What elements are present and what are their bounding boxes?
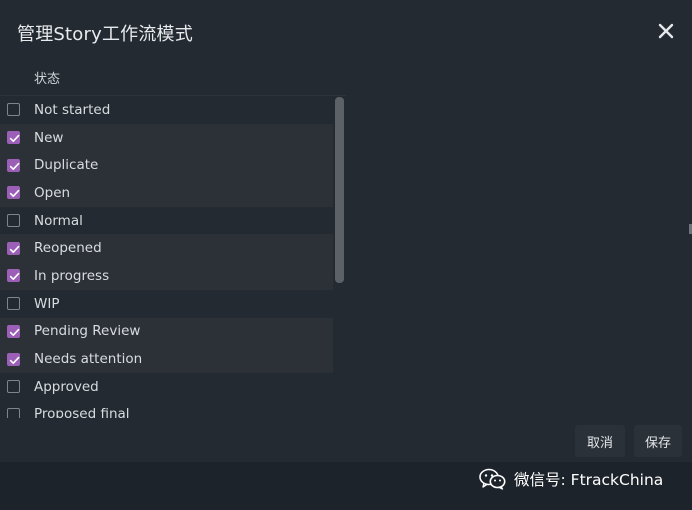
status-label: Not started xyxy=(34,101,111,118)
status-checkbox[interactable] xyxy=(7,186,20,200)
status-checkbox[interactable] xyxy=(7,407,20,418)
manage-workflow-dialog: 管理Story工作流模式 状态 Not started New Duplicate O… xyxy=(0,0,692,462)
status-label: WIP xyxy=(34,295,60,312)
status-label: Needs attention xyxy=(34,351,143,368)
status-row[interactable]: New xyxy=(0,123,333,152)
watermark-text: 微信号: FtrackChina xyxy=(514,471,664,489)
status-label: Pending Review xyxy=(34,323,141,340)
status-checkbox[interactable] xyxy=(7,214,20,228)
status-row[interactable]: Reopened xyxy=(0,234,333,263)
status-label: Duplicate xyxy=(34,157,99,174)
checkmark-icon xyxy=(9,134,20,143)
status-row[interactable]: Proposed final xyxy=(0,401,333,418)
checkmark-icon xyxy=(9,190,20,198)
cancel-button[interactable]: 取消 xyxy=(575,425,625,457)
status-checkbox[interactable] xyxy=(7,131,20,145)
status-row[interactable]: WIP xyxy=(0,290,333,318)
status-row[interactable]: Needs attention xyxy=(0,345,333,373)
status-row[interactable]: In progress xyxy=(0,262,333,290)
status-column-header: 状态 xyxy=(34,72,61,87)
status-checkbox[interactable] xyxy=(7,352,20,366)
status-label: Approved xyxy=(34,378,99,395)
status-row[interactable]: Pending Review xyxy=(0,317,333,346)
status-label: Reopened xyxy=(34,240,102,257)
status-checkbox[interactable] xyxy=(7,269,20,283)
checkmark-icon xyxy=(9,273,20,281)
status-label: Proposed final xyxy=(34,406,130,418)
save-button[interactable]: 保存 xyxy=(634,425,682,457)
status-checkbox[interactable] xyxy=(7,324,20,338)
status-row[interactable]: Open xyxy=(0,179,333,207)
status-list[interactable]: Not started New Duplicate Open Normal Reopene… xyxy=(0,95,346,418)
status-checkbox[interactable] xyxy=(7,241,20,255)
status-label: Normal xyxy=(34,212,83,229)
status-row[interactable]: Not started xyxy=(0,96,333,124)
watermark: 微信号: FtrackChina xyxy=(479,466,663,492)
scrollbar[interactable] xyxy=(333,96,346,418)
scrollbar-thumb[interactable] xyxy=(335,97,344,283)
checkmark-icon xyxy=(9,356,20,364)
close-button[interactable] xyxy=(654,19,678,43)
wechat-icon xyxy=(479,468,506,490)
status-label: Open xyxy=(34,184,71,201)
status-row[interactable]: Normal xyxy=(0,207,333,235)
status-checkbox[interactable] xyxy=(7,158,20,172)
close-icon xyxy=(654,19,678,43)
status-row[interactable]: Duplicate xyxy=(0,151,333,180)
status-checkbox[interactable] xyxy=(7,103,20,117)
status-label: New xyxy=(34,129,64,146)
checkmark-icon xyxy=(9,245,20,253)
status-checkbox[interactable] xyxy=(7,297,20,311)
status-checkbox[interactable] xyxy=(7,380,20,394)
checkmark-icon xyxy=(9,328,20,336)
dialog-title: 管理Story工作流模式 xyxy=(17,24,193,45)
checkmark-icon xyxy=(9,162,20,170)
status-row[interactable]: Approved xyxy=(0,373,333,401)
status-label: In progress xyxy=(34,267,110,284)
